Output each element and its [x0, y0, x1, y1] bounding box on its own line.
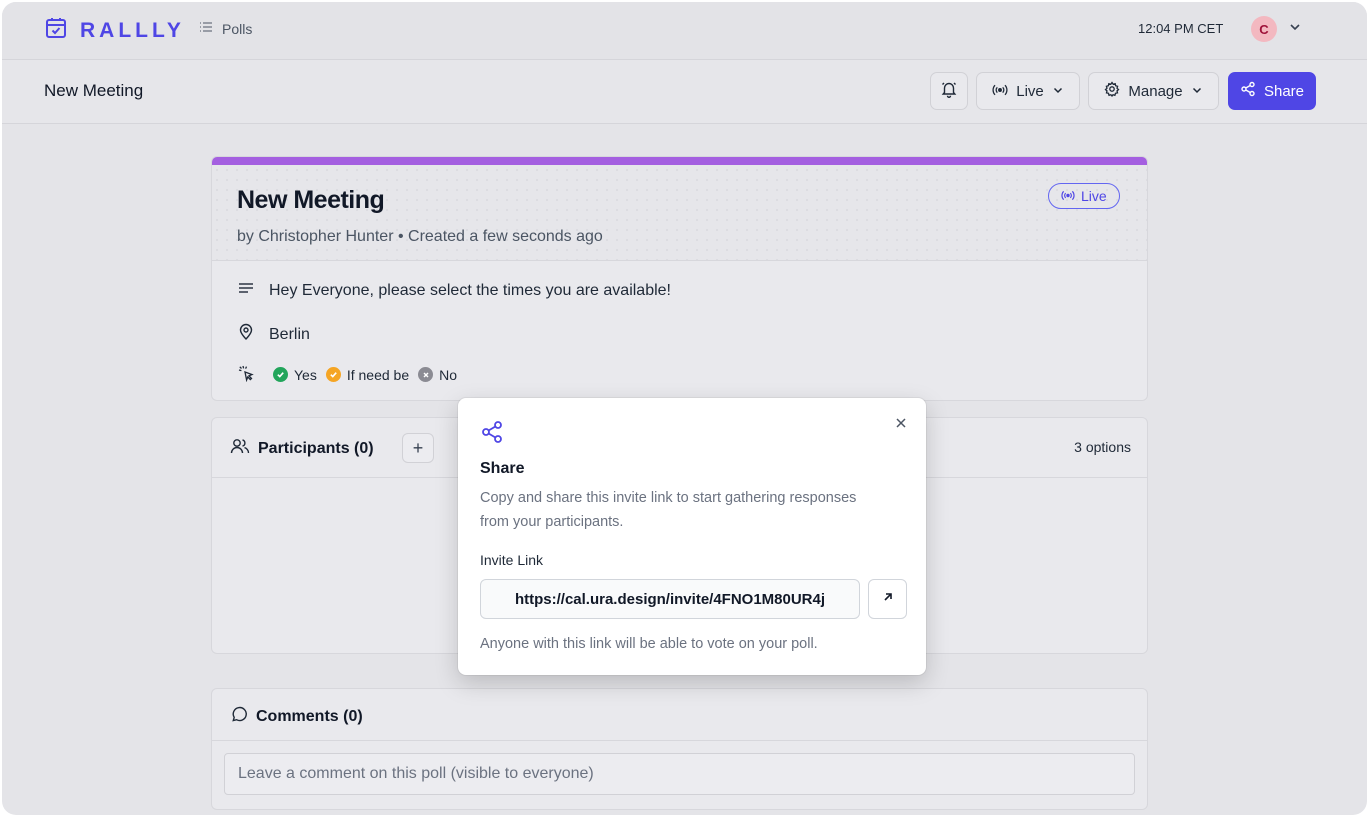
plus-icon: +: [412, 437, 424, 458]
arrow-up-right-icon: [882, 590, 894, 608]
x-icon: [418, 367, 434, 382]
logo[interactable]: RALLLY: [44, 16, 185, 45]
status-badge-label: Live: [1081, 188, 1107, 204]
share-icon: [480, 420, 504, 449]
live-label: Live: [1016, 82, 1044, 100]
share-button[interactable]: Share: [1228, 72, 1316, 110]
check-icon: [325, 367, 341, 382]
poll-location-row: Berlin: [237, 323, 310, 346]
users-icon: [230, 437, 250, 460]
legend-no: No: [418, 367, 457, 383]
timezone-clock[interactable]: 12:04 PM CET: [1138, 21, 1223, 36]
logo-text: RALLLY: [80, 18, 185, 42]
chevron-down-icon: [1052, 83, 1064, 100]
nav-polls-link[interactable]: Polls: [198, 19, 252, 38]
legend-if-need-be: If need be: [325, 366, 410, 383]
comments-card: Comments (0): [211, 688, 1148, 810]
broadcast-icon: [1061, 188, 1075, 204]
cursor-click-icon: [237, 364, 255, 385]
poll-header: New Meeting by Christopher Hunter • Crea…: [212, 165, 1147, 261]
share-icon: [1240, 81, 1256, 101]
poll-description-row: Hey Everyone, please select the times yo…: [237, 281, 671, 300]
app-window: RALLLY Polls 12:04 PM CET C New Meeting: [2, 2, 1367, 815]
manage-button[interactable]: Manage: [1088, 72, 1219, 110]
text-align-icon: [237, 281, 255, 300]
notifications-button[interactable]: [930, 72, 968, 110]
legend-if-need-be-label: If need be: [346, 366, 410, 383]
chevron-down-icon[interactable]: [1288, 20, 1302, 39]
poll-author: by Christopher Hunter: [237, 228, 394, 245]
share-label: Share: [1263, 82, 1305, 100]
gear-icon: [1104, 81, 1120, 101]
vote-legend: Yes If need be No: [237, 364, 466, 385]
invite-link-label: Invite Link: [480, 552, 544, 568]
map-pin-icon: [237, 323, 255, 346]
share-dialog: Share Copy and share this invite link to…: [458, 398, 926, 675]
separator-dot: •: [397, 228, 409, 245]
share-dialog-description: Copy and share this invite link to start…: [480, 490, 857, 530]
comments-title: Comments (0): [230, 705, 363, 728]
participants-title: Participants (0): [230, 437, 374, 460]
invite-link-field[interactable]: [480, 579, 860, 619]
top-navbar: RALLLY Polls 12:04 PM CET C: [2, 2, 1367, 60]
list-icon: [198, 19, 214, 38]
participants-title-label: Participants (0): [258, 439, 374, 457]
share-dialog-footer: Anyone with this link will be able to vo…: [480, 636, 818, 652]
options-count: 3 options: [1074, 439, 1131, 455]
close-icon[interactable]: [894, 416, 908, 435]
open-link-button[interactable]: [868, 579, 907, 619]
calendar-check-icon: [44, 16, 68, 45]
legend-yes: Yes: [273, 367, 317, 383]
live-status-button[interactable]: Live: [976, 72, 1080, 110]
bell-icon: [940, 80, 958, 102]
poll-toolbar: New Meeting Live Manage Share: [2, 60, 1367, 124]
share-dialog-title: Share: [480, 460, 525, 477]
comment-input[interactable]: [224, 753, 1135, 795]
add-participant-button[interactable]: +: [402, 433, 434, 463]
poll-color-stripe: [212, 157, 1147, 165]
user-avatar[interactable]: C: [1251, 16, 1277, 42]
legend-no-label: No: [439, 366, 458, 383]
poll-details-card: New Meeting by Christopher Hunter • Crea…: [211, 156, 1148, 401]
message-circle-icon: [230, 705, 248, 728]
poll-title: New Meeting: [237, 186, 385, 214]
status-badge: Live: [1048, 183, 1120, 209]
broadcast-icon: [992, 83, 1008, 100]
legend-yes-label: Yes: [294, 366, 317, 383]
comments-header: Comments (0): [212, 689, 1147, 741]
poll-created-time: Created a few seconds ago: [408, 228, 603, 245]
nav-polls-label: Polls: [222, 20, 253, 37]
poll-byline: by Christopher Hunter • Created a few se…: [237, 228, 603, 246]
chevron-down-icon: [1191, 83, 1203, 100]
page-title: New Meeting: [44, 81, 144, 100]
poll-location: Berlin: [269, 325, 310, 343]
poll-description: Hey Everyone, please select the times yo…: [269, 281, 671, 299]
manage-label: Manage: [1128, 82, 1183, 100]
check-icon: [273, 367, 288, 382]
comments-title-label: Comments (0): [256, 707, 363, 725]
